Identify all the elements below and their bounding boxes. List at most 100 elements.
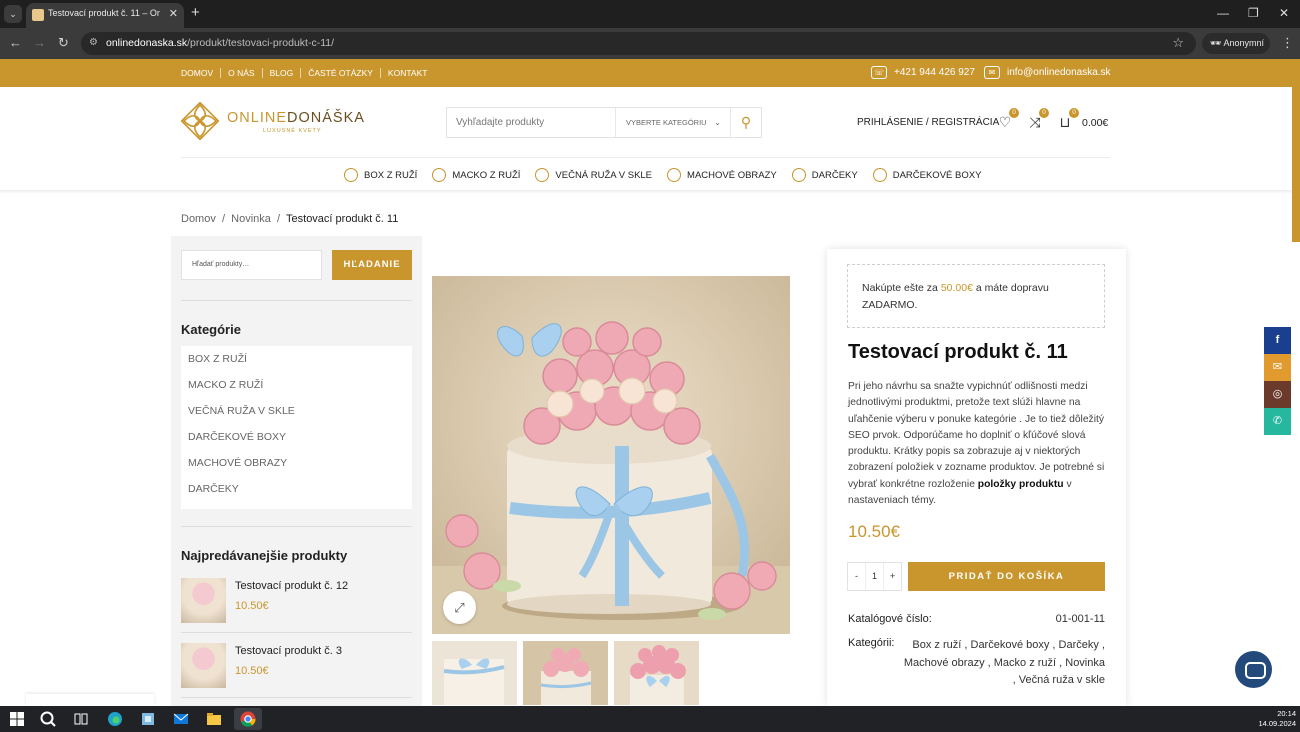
toplink-faq[interactable]: ČASTÉ OTÁZKY: [300, 68, 380, 78]
add-to-cart-button[interactable]: PRIDAŤ DO KOŠÍKA: [908, 562, 1105, 591]
expand-image-icon[interactable]: ⤢: [443, 591, 476, 624]
email-text: info@onlinedonaska.sk: [1007, 67, 1111, 78]
profile-label: Anonymní: [1223, 38, 1264, 48]
moss-frame-icon: [667, 168, 682, 182]
nav-item-vecna-ruza[interactable]: VEČNÁ RUŽA V SKLE: [535, 168, 652, 182]
category-item[interactable]: MACHOVÉ OBRAZY: [181, 450, 412, 476]
chat-bubble-icon[interactable]: [1235, 651, 1272, 688]
login-register-link[interactable]: PRIHLÁSENIE / REGISTRÁCIA: [857, 117, 999, 128]
incognito-icon: 🕶: [1210, 38, 1222, 48]
sidebar-search-input[interactable]: Hľadať produkty…: [181, 250, 322, 280]
quantity-decrease-button[interactable]: -: [848, 563, 865, 590]
bestseller-item[interactable]: Testovací produkt č. 3 10.50€: [181, 643, 412, 688]
bookmark-star-icon[interactable]: ☆: [1172, 35, 1184, 51]
scrollbar-thumb[interactable]: [1292, 60, 1300, 242]
product-summary: Nakúpte ešte za 50.00€ a máte dopravu ZA…: [827, 249, 1126, 706]
file-explorer-icon[interactable]: [205, 710, 223, 728]
nav-item-darcekove-boxy[interactable]: DARČEKOVÉ BOXY: [872, 168, 981, 182]
breadcrumb: Domov / Novinka / Testovací produkt č. 1…: [181, 213, 398, 225]
browser-tab[interactable]: Testovací produkt č. 11 – Online ✕: [26, 3, 184, 28]
rose-box-icon: [344, 168, 358, 182]
close-tab-icon[interactable]: ✕: [169, 7, 178, 20]
reload-icon[interactable]: ↻: [58, 35, 69, 51]
product-thumbnail[interactable]: [614, 641, 699, 705]
restore-icon[interactable]: ❐: [1248, 6, 1259, 20]
nav-item-machove-obrazy[interactable]: MACHOVÉ OBRAZY: [667, 168, 777, 182]
browser-menu-icon[interactable]: ⋮: [1281, 35, 1294, 51]
profile-button[interactable]: 🕶 Anonymní: [1202, 33, 1270, 54]
category-item[interactable]: DARČEKY: [181, 476, 412, 502]
chrome-icon[interactable]: [239, 710, 257, 728]
category-item[interactable]: MACKO Z RUŽÍ: [181, 372, 412, 398]
breadcrumb-novinka[interactable]: Novinka: [231, 213, 271, 225]
contact-email[interactable]: ✉ info@onlinedonaska.sk: [984, 66, 1111, 79]
product-main-image[interactable]: [432, 276, 790, 634]
phone-icon: ☏: [871, 66, 887, 79]
toplink-blog[interactable]: BLOG: [261, 68, 301, 78]
forward-icon[interactable]: →: [33, 35, 46, 50]
windows-start-icon[interactable]: [8, 710, 26, 728]
category-item[interactable]: DARČEKOVÉ BOXY: [181, 424, 412, 450]
search-button[interactable]: ⚲: [730, 108, 761, 137]
nav-item-box-z-ruzi[interactable]: BOX Z RUŽÍ: [344, 168, 417, 182]
bestseller-thumbnail[interactable]: [181, 643, 226, 688]
search-icon[interactable]: [39, 710, 57, 728]
app-icon[interactable]: [139, 710, 157, 728]
shipping-note-pre: Nakúpte ešte za: [862, 282, 938, 294]
category-item[interactable]: VEČNÁ RUŽA V SKLE: [181, 398, 412, 424]
wishlist-button[interactable]: ♡ 0: [996, 108, 1019, 131]
breadcrumb-domov[interactable]: Domov: [181, 213, 216, 225]
nav-item-darceky[interactable]: DARČEKY: [791, 168, 858, 182]
product-thumbnail[interactable]: [432, 641, 517, 705]
bestseller-item[interactable]: Testovací produkt č. 12 10.50€: [181, 578, 412, 623]
site-info-icon[interactable]: ⚙: [89, 37, 98, 48]
bestseller-name[interactable]: Testovací produkt č. 3: [235, 645, 342, 657]
quantity-increase-button[interactable]: +: [884, 563, 901, 590]
windows-taskbar: 20:14 14.09.2024: [0, 706, 1300, 732]
contact-phone[interactable]: ☏ +421 944 426 927: [871, 66, 975, 79]
header-shadow: [0, 190, 1300, 194]
back-icon[interactable]: ←: [9, 35, 22, 50]
mail-icon[interactable]: [172, 710, 190, 728]
cart-total[interactable]: 0.00€: [1082, 117, 1108, 129]
quantity-input[interactable]: 1: [865, 563, 884, 590]
site-logo[interactable]: ONLINEDONÁŠKA LUXUSNÉ KVETY: [181, 102, 364, 142]
product-description: Pri jeho návrhu sa snažte vypichnúť odli…: [848, 379, 1110, 509]
url-field[interactable]: ⚙ onlinedonaska.sk/produkt/testovaci-pro…: [81, 32, 1196, 55]
window-close-icon[interactable]: ✕: [1279, 6, 1289, 20]
url-host: onlinedonaska.sk: [106, 37, 188, 49]
shipping-amount: 50.00€: [940, 282, 973, 294]
toplink-kontakt[interactable]: KONTAKT: [379, 68, 435, 78]
system-clock[interactable]: 20:14 14.09.2024: [1258, 709, 1296, 729]
search-category-select[interactable]: VYBERTE KATEGÓRIU ⌄: [615, 108, 729, 137]
product-search: Vyhľadajte produkty VYBERTE KATEGÓRIU ⌄ …: [446, 107, 762, 138]
facebook-icon[interactable]: f: [1264, 327, 1291, 354]
bestseller-name[interactable]: Testovací produkt č. 12: [235, 580, 348, 592]
edge-icon[interactable]: [106, 710, 124, 728]
categories-label: Kategórii:: [848, 637, 895, 649]
cookie-tab[interactable]: [26, 694, 154, 706]
product-thumbnail[interactable]: [523, 641, 608, 705]
tab-search-button[interactable]: ⌄: [4, 5, 22, 23]
toplink-domov[interactable]: DOMOV: [181, 68, 220, 78]
free-shipping-notice: Nakúpte ešte za 50.00€ a máte dopravu ZA…: [847, 264, 1105, 328]
breadcrumb-separator: /: [221, 213, 226, 225]
bestsellers-heading: Najpredávanejšie produkty: [181, 548, 348, 563]
cart-button[interactable]: ⊔ 0: [1056, 108, 1079, 131]
phone-text: +421 944 426 927: [894, 67, 975, 78]
task-view-icon[interactable]: [72, 710, 90, 728]
minimize-icon[interactable]: —: [1217, 6, 1229, 20]
product-search-input[interactable]: Vyhľadajte produkty: [456, 117, 544, 128]
product-categories-links[interactable]: Box z ruží , Darčekové boxy , Darčeky , …: [900, 637, 1105, 690]
email-share-icon[interactable]: ✉: [1264, 354, 1291, 381]
bestseller-thumbnail[interactable]: [181, 578, 226, 623]
nav-item-macko-z-ruzi[interactable]: MACKO Z RUŽÍ: [432, 168, 520, 182]
sidebar-divider: [181, 632, 412, 633]
category-item[interactable]: BOX Z RUŽÍ: [181, 346, 412, 372]
instagram-icon[interactable]: ◎: [1264, 381, 1291, 408]
toplink-o-nas[interactable]: O NÁS: [220, 68, 261, 78]
whatsapp-icon[interactable]: ✆: [1264, 408, 1291, 435]
sidebar-search-button[interactable]: HĽADANIE: [332, 250, 412, 280]
compare-button[interactable]: ⤨ 0: [1026, 108, 1049, 131]
new-tab-icon[interactable]: +: [191, 5, 200, 21]
